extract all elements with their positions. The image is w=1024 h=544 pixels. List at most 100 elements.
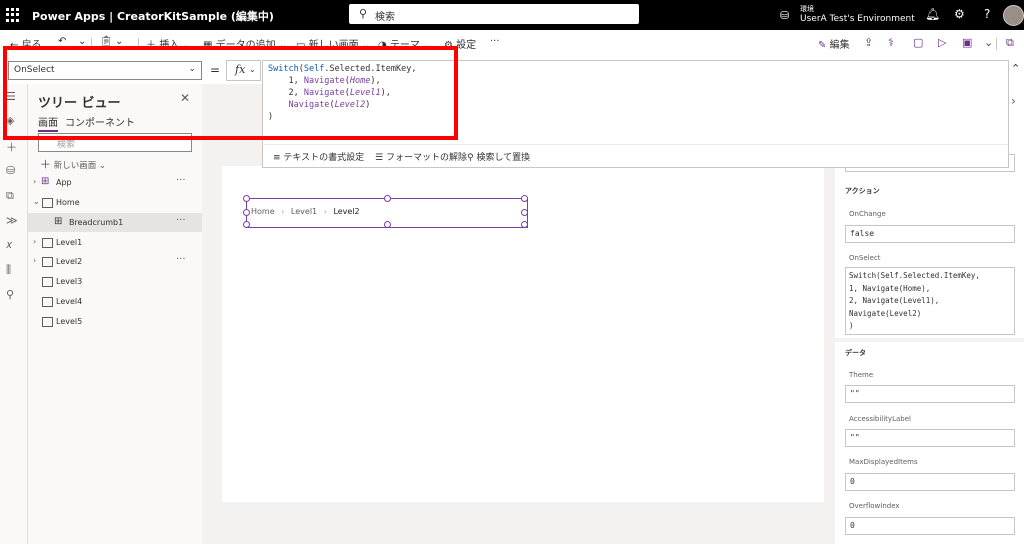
maxdisplayed-value: 0 <box>850 477 855 486</box>
environment-icon: ⛁ <box>780 9 790 22</box>
screen-icon <box>42 238 53 248</box>
save-icon[interactable]: ▣ <box>962 36 972 49</box>
tree-item-label: Level2 <box>56 257 83 266</box>
properties-pane: アクション OnChange false OnSelect Switch(Sel… <box>835 154 1024 544</box>
chevron-right-icon[interactable]: › <box>1011 94 1016 108</box>
find-replace-label: 検索して置換 <box>476 153 531 163</box>
tree-item-label: Level5 <box>56 317 83 326</box>
screen-icon <box>42 198 53 208</box>
tree-item-label: Level1 <box>56 238 83 247</box>
app-launcher-icon[interactable] <box>6 8 20 22</box>
onchange-value: false <box>850 229 875 238</box>
tree-item-breadcrumb1[interactable]: ⊞ Breadcrumb1 ··· <box>28 213 202 232</box>
tree-item-label: App <box>56 178 72 187</box>
breadcrumb-level1[interactable]: Level1 <box>291 207 317 216</box>
insert-icon[interactable]: ＋ <box>6 139 17 155</box>
accessibility-label: AccessibilityLabel <box>849 415 911 423</box>
help-icon[interactable]: ? <box>984 7 990 21</box>
tree-item-label: Home <box>56 198 80 207</box>
accessibility-value: "" <box>850 433 860 442</box>
maxdisplayed-label: MaxDisplayedItems <box>849 458 918 466</box>
section-action: アクション <box>845 187 880 195</box>
format-text-button[interactable]: ≡ テキストの書式設定 <box>273 150 364 163</box>
global-search[interactable]: ⚲ 検索 <box>349 4 639 24</box>
component-icon: ⊞ <box>54 216 63 227</box>
chevron-right-icon[interactable]: › <box>33 237 36 246</box>
onselect-input[interactable]: Switch(Self.Selected.ItemKey, 1, Navigat… <box>845 267 1015 335</box>
section-data: データ <box>845 349 866 357</box>
app-title: Power Apps | CreatorKitSample (編集中) <box>32 10 274 23</box>
tree-item-app[interactable]: › ⊞ App ··· <box>28 173 202 192</box>
tree-item-label: Breadcrumb1 <box>69 218 124 227</box>
tree-item-home[interactable]: ⌄ Home <box>28 193 202 212</box>
edit-button[interactable]: ✎ 編集 <box>818 36 850 51</box>
chevron-right-icon: › <box>323 207 327 216</box>
gear-icon[interactable]: ⚙ <box>954 7 965 21</box>
avatar[interactable] <box>1003 5 1024 26</box>
power-automate-icon[interactable]: ≫ <box>6 214 18 227</box>
new-screen-link[interactable]: ＋ 新しい画面 ⌄ <box>40 156 106 172</box>
overflow-value: 0 <box>850 521 855 530</box>
onselect-line: Navigate(Level2) <box>849 308 922 318</box>
overflow-label: OverflowIndex <box>849 502 900 510</box>
top-bar: Power Apps | CreatorKitSample (編集中) ⚲ 検索… <box>0 0 1024 30</box>
chevron-down-icon[interactable]: ⌄ <box>33 197 40 206</box>
onchange-input[interactable]: false <box>845 225 1015 243</box>
edit-label: 編集 <box>829 40 850 51</box>
chevron-right-icon[interactable]: › <box>33 177 36 186</box>
maxdisplayed-input[interactable]: 0 <box>845 473 1015 491</box>
theme-input[interactable]: "" <box>845 385 1015 403</box>
more-icon[interactable]: ··· <box>176 254 186 265</box>
chevron-down-icon[interactable]: ⌄ <box>984 36 993 49</box>
chevron-up-icon[interactable]: ⌃ <box>1011 62 1020 75</box>
checker-icon[interactable]: ⚕ <box>888 36 894 49</box>
publish-icon[interactable]: ⧉ <box>1006 36 1014 50</box>
chevron-right-icon[interactable]: › <box>33 256 36 265</box>
breadcrumb-items: Home › Level1 › Level2 <box>251 207 360 216</box>
accessibility-input[interactable]: "" <box>845 429 1015 447</box>
search-icon: ⚲ <box>359 7 368 20</box>
screen-icon <box>42 277 53 287</box>
search-icon[interactable]: ⚲ <box>6 288 14 301</box>
more-icon[interactable]: ··· <box>176 175 186 186</box>
environment-name: UserA Test's Environment <box>800 14 915 24</box>
tree-item-level2[interactable]: › Level2 ··· <box>28 252 202 271</box>
variables-icon[interactable]: 𝑥 <box>6 238 12 252</box>
comment-icon[interactable]: ▢ <box>913 36 923 49</box>
global-search-placeholder: 検索 <box>375 12 395 23</box>
environment-label: 環境 <box>800 5 814 13</box>
data-icon[interactable]: ⛁ <box>6 164 15 177</box>
play-icon[interactable]: ▷ <box>938 36 946 49</box>
remove-format-button[interactable]: ☰ フォーマットの解除 <box>375 150 467 163</box>
theme-value: "" <box>850 389 860 398</box>
share-icon[interactable]: ⇪ <box>864 36 873 49</box>
onselect-label: OnSelect <box>849 254 881 262</box>
theme-label: Theme <box>849 371 874 379</box>
tree-item-level3[interactable]: Level3 <box>28 272 202 291</box>
onselect-line: ) <box>849 321 854 330</box>
onselect-line: 1, Navigate(Home), <box>849 283 931 293</box>
screen-icon <box>42 297 53 307</box>
onchange-label: OnChange <box>849 210 886 218</box>
tree-item-level5[interactable]: Level5 <box>28 312 202 331</box>
remove-format-label: フォーマットの解除 <box>385 153 467 163</box>
tree-item-level1[interactable]: › Level1 <box>28 233 202 252</box>
find-replace-button[interactable]: ⚲ 検索して置換 <box>467 150 530 163</box>
breadcrumb[interactable]: Home › Level1 › Level2 <box>243 195 528 228</box>
breadcrumb-level2[interactable]: Level2 <box>333 207 359 216</box>
media-icon[interactable]: ⧉ <box>6 189 14 203</box>
onselect-line: 2, Navigate(Level1), <box>849 296 940 305</box>
overflow-input[interactable]: 0 <box>845 517 1015 535</box>
settings-label: 設定 <box>456 40 477 51</box>
format-text-label: テキストの書式設定 <box>283 153 365 163</box>
screen-icon <box>42 257 53 267</box>
left-rail: ☰ ◈ ＋ ⛁ ⧉ ≫ 𝑥 ⫼ ⚲ <box>0 84 28 544</box>
tools-icon[interactable]: ⫼ <box>6 263 11 277</box>
more-icon[interactable]: ··· <box>176 215 186 226</box>
tree-item-label: Level3 <box>56 277 83 286</box>
bell-icon[interactable]: 🔔︎ <box>925 7 940 21</box>
tree-item-level4[interactable]: Level4 <box>28 292 202 311</box>
tree-item-label: Level4 <box>56 297 83 306</box>
breadcrumb-home[interactable]: Home <box>251 207 275 216</box>
more-button[interactable]: ··· <box>490 36 500 47</box>
